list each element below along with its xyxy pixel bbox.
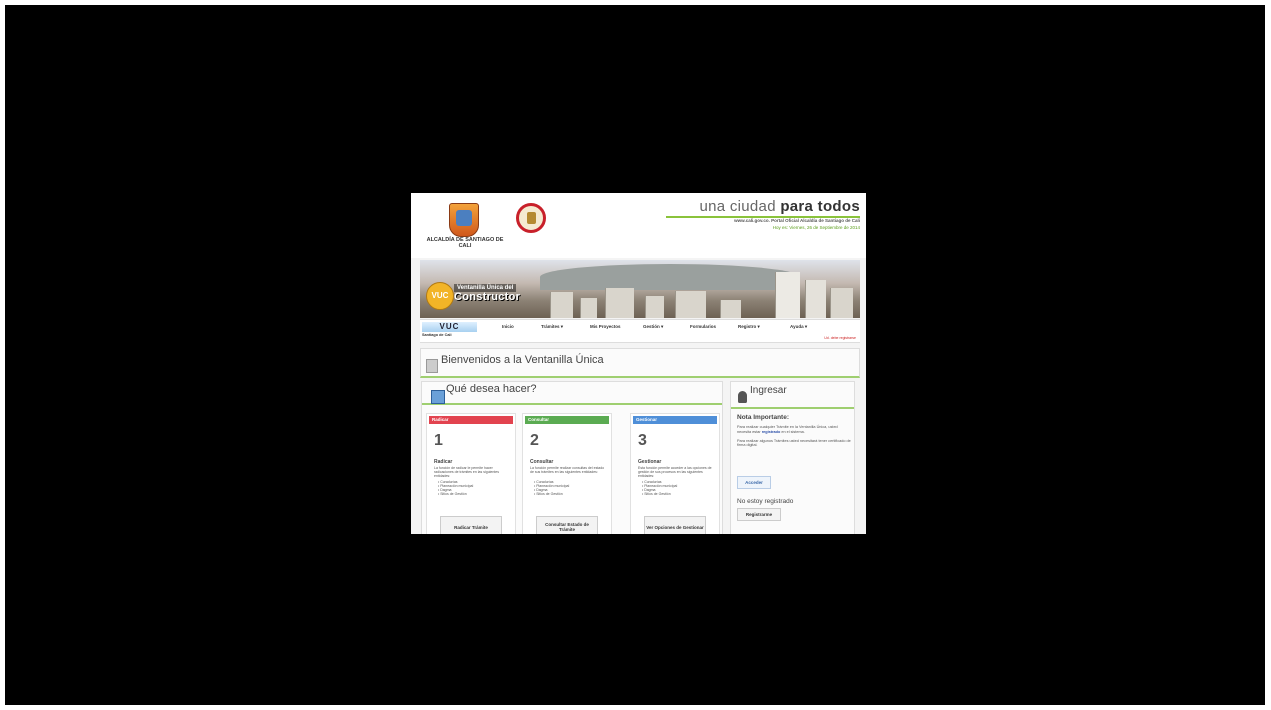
card-gestionar-list: • Curadurías • Planeación municipal • Da… bbox=[642, 480, 677, 496]
logo-text-main: Constructor bbox=[454, 291, 521, 303]
nav-item-registro[interactable]: Registro ▾ bbox=[738, 324, 760, 330]
registered-link[interactable]: registrado bbox=[762, 430, 781, 434]
access-button[interactable]: Acceder bbox=[737, 476, 771, 489]
alcaldia-name: ALCALDÍA DE SANTIAGO DE CALI bbox=[426, 237, 504, 249]
website-screenshot: ALCALDÍA DE SANTIAGO DE CALI una ciudad … bbox=[411, 193, 866, 534]
nav-item-mis-proyectos[interactable]: Mis Proyectos bbox=[590, 324, 621, 329]
not-registered-label: No estoy registrado bbox=[737, 498, 794, 505]
building-shape bbox=[550, 292, 573, 318]
card-consultar-heading: Consultar bbox=[530, 459, 554, 465]
nav-item-ayuda[interactable]: Ayuda ▾ bbox=[790, 324, 807, 330]
card-consultar-list: • Curadurías • Planeación municipal • Da… bbox=[534, 480, 569, 496]
card-consultar-bar: Consultar bbox=[525, 416, 609, 424]
welcome-bar: Bienvenidos a la Ventanilla Única bbox=[420, 348, 860, 378]
nav-item-formularios[interactable]: Formularios bbox=[690, 324, 716, 329]
card-gestionar-heading: Gestionar bbox=[638, 459, 662, 465]
welcome-title: Bienvenidos a la Ventanilla Única bbox=[441, 354, 604, 366]
calendar-icon bbox=[431, 390, 445, 404]
actions-panel: Qué desea hacer? Radicar 1 Radicar La fu… bbox=[421, 381, 723, 534]
city-banner: VUC Ventanilla Única del Constructor bbox=[420, 260, 860, 318]
list-item: • Sitios de Gestión bbox=[534, 492, 563, 496]
mountain-shape bbox=[540, 264, 800, 290]
card-radicar-desc: La función de radicar le permite hacer r… bbox=[434, 466, 499, 478]
card-consultar-number: 2 bbox=[530, 432, 539, 449]
note-text-b: en el sistema. bbox=[781, 429, 805, 434]
card-radicar-bar: Radicar bbox=[429, 416, 513, 424]
actions-panel-header: Qué desea hacer? bbox=[422, 382, 722, 405]
card-consultar-desc: La función permite realizar consultas de… bbox=[530, 466, 605, 474]
card-radicar-heading: Radicar bbox=[434, 459, 453, 465]
portal-line: www.cali.gov.co. Portal Oficial Alcaldía… bbox=[734, 218, 860, 223]
nav-brand-sub: Santiago de Cali bbox=[422, 333, 452, 337]
radicar-tramite-button[interactable]: Radicar Trámite bbox=[440, 516, 502, 534]
slogan-bold: para todos bbox=[780, 198, 860, 215]
card-gestionar-desc: Esta función permite acceder a las opcio… bbox=[638, 466, 712, 478]
site-header: ALCALDÍA DE SANTIAGO DE CALI una ciudad … bbox=[411, 193, 866, 258]
list-item: • Sitios de Gestión bbox=[438, 492, 467, 496]
note-title: Nota Importante: bbox=[737, 414, 789, 421]
colombia-seal-icon bbox=[516, 203, 546, 233]
building-shape bbox=[720, 300, 741, 318]
card-gestionar: Gestionar 3 Gestionar Esta función permi… bbox=[630, 413, 720, 534]
card-radicar-list: • Curadurías • Planeación municipal • Da… bbox=[438, 480, 473, 496]
vuc-logo-icon: VUC bbox=[426, 282, 454, 310]
nav-brand[interactable]: VUC bbox=[422, 322, 477, 332]
building-shape bbox=[675, 291, 706, 318]
note-text-c: Para realizar algunos Trámites usted nec… bbox=[737, 438, 851, 448]
note-body: Para realizar cualquier Trámite en la Ve… bbox=[737, 425, 851, 448]
user-icon bbox=[738, 391, 747, 403]
nav-item-inicio[interactable]: Inicio bbox=[502, 324, 514, 329]
card-gestionar-number: 3 bbox=[638, 432, 647, 449]
list-item: • Sitios de Gestión bbox=[642, 492, 671, 496]
document-icon bbox=[426, 359, 438, 373]
card-radicar-number: 1 bbox=[434, 432, 443, 449]
building-shape bbox=[580, 298, 597, 318]
viewer-background: ALCALDÍA DE SANTIAGO DE CALI una ciudad … bbox=[5, 5, 1265, 705]
card-consultar: Consultar 2 Consultar La función permite… bbox=[522, 413, 612, 534]
alcaldia-shield-icon bbox=[449, 203, 479, 237]
nav-item-tramites[interactable]: Trámites ▾ bbox=[541, 324, 563, 330]
register-note[interactable]: Ud. debe registrarse bbox=[824, 336, 856, 340]
date-line: Hoy es: Viernes, 26 de Septiembre de 201… bbox=[772, 225, 860, 230]
slogan-light: una ciudad bbox=[699, 198, 776, 215]
building-shape bbox=[805, 280, 826, 318]
card-gestionar-bar: Gestionar bbox=[633, 416, 717, 424]
login-panel-title: Ingresar bbox=[750, 385, 787, 396]
consultar-estado-button[interactable]: Consultar Estado de Trámite bbox=[536, 516, 598, 534]
building-shape bbox=[775, 272, 800, 318]
login-panel: Ingresar Nota Importante: Para realizar … bbox=[730, 381, 855, 534]
building-shape bbox=[645, 296, 664, 318]
slogan: una ciudad para todos bbox=[699, 198, 860, 215]
register-button[interactable]: Registrarme bbox=[737, 508, 781, 521]
building-shape bbox=[830, 288, 853, 318]
nav-item-gestion[interactable]: Gestión ▾ bbox=[643, 324, 663, 330]
building-shape bbox=[605, 288, 634, 318]
login-panel-header: Ingresar bbox=[731, 382, 854, 409]
main-nav: VUC Santiago de Cali Inicio Trámites ▾ M… bbox=[420, 319, 860, 343]
actions-panel-title: Qué desea hacer? bbox=[446, 383, 537, 395]
ver-opciones-gestionar-button[interactable]: Ver Opciones de Gestionar bbox=[644, 516, 706, 534]
card-radicar: Radicar 1 Radicar La función de radicar … bbox=[426, 413, 516, 534]
